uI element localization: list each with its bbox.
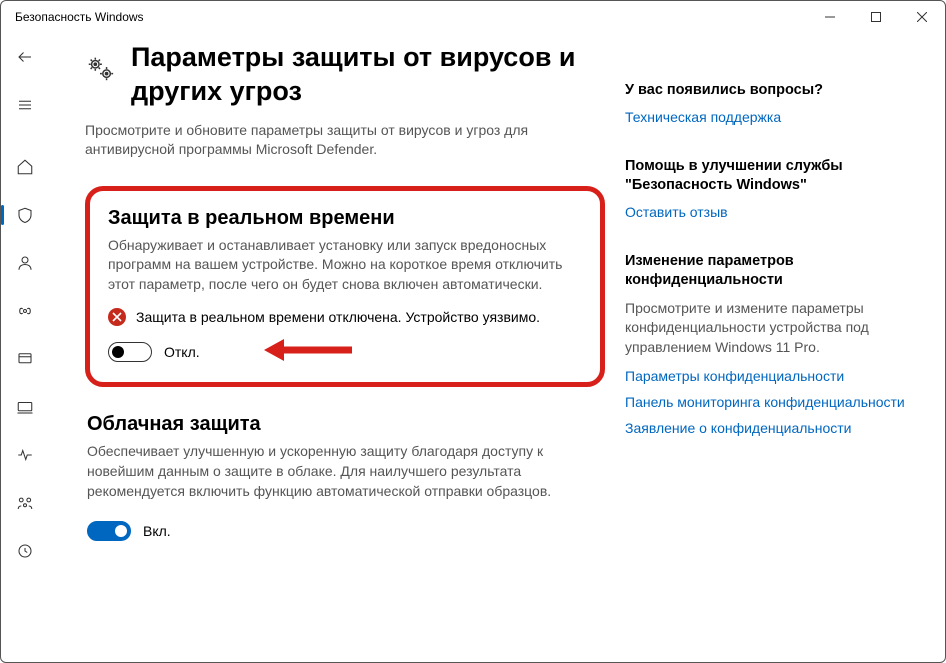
questions-heading: У вас появились вопросы? xyxy=(625,81,907,101)
realtime-toggle[interactable] xyxy=(108,342,152,362)
realtime-toggle-label: Откл. xyxy=(164,344,200,360)
cloud-title: Облачная защита xyxy=(87,413,603,436)
privacy-block: Изменение параметров конфиденциальности … xyxy=(625,252,907,436)
privacy-text: Просмотрите и измените параметры конфиде… xyxy=(625,299,907,358)
nav-firewall[interactable] xyxy=(5,291,45,331)
titlebar: Безопасность Windows xyxy=(1,1,945,33)
nav-account-protection[interactable] xyxy=(5,243,45,283)
realtime-description: Обнаруживает и останавливает установку и… xyxy=(108,236,582,295)
nav-device-performance[interactable] xyxy=(5,435,45,475)
window-title: Безопасность Windows xyxy=(15,10,144,24)
cloud-toggle[interactable] xyxy=(87,521,131,541)
nav-home[interactable] xyxy=(5,147,45,187)
nav-app-browser[interactable] xyxy=(5,339,45,379)
realtime-warning: Защита в реальном времени отключена. Уст… xyxy=(108,308,582,326)
privacy-statement-link[interactable]: Заявление о конфиденциальности xyxy=(625,420,907,436)
cloud-protection-section: Облачная защита Обеспечивает улучшенную … xyxy=(85,413,605,541)
gears-icon xyxy=(85,53,115,88)
privacy-settings-link[interactable]: Параметры конфиденциальности xyxy=(625,368,907,384)
privacy-heading: Изменение параметров конфиденциальности xyxy=(625,252,907,291)
menu-button[interactable] xyxy=(5,85,45,125)
realtime-warning-text: Защита в реальном времени отключена. Уст… xyxy=(136,309,540,325)
back-button[interactable] xyxy=(5,37,45,77)
questions-block: У вас появились вопросы? Техническая под… xyxy=(625,81,907,125)
privacy-dashboard-link[interactable]: Панель мониторинга конфиденциальности xyxy=(625,394,907,410)
page-title: Параметры защиты от вирусов и других угр… xyxy=(131,41,605,109)
nav-virus-protection[interactable] xyxy=(5,195,45,235)
cloud-description: Обеспечивает улучшенную и ускоренную защ… xyxy=(87,442,603,501)
realtime-title: Защита в реальном времени xyxy=(108,207,582,230)
nav-device-security[interactable] xyxy=(5,387,45,427)
support-link[interactable]: Техническая поддержка xyxy=(625,109,907,125)
maximize-button[interactable] xyxy=(853,1,899,33)
feedback-link[interactable]: Оставить отзыв xyxy=(625,204,907,220)
feedback-block: Помощь в улучшении службы "Безопасность … xyxy=(625,157,907,220)
close-button[interactable] xyxy=(899,1,945,33)
feedback-heading: Помощь в улучшении службы "Безопасность … xyxy=(625,157,907,196)
nav-family-options[interactable] xyxy=(5,483,45,523)
window-controls xyxy=(807,1,945,33)
nav-rail xyxy=(1,33,49,662)
nav-protection-history[interactable] xyxy=(5,531,45,571)
page-description: Просмотрите и обновите параметры защиты … xyxy=(85,121,605,160)
error-icon xyxy=(108,308,126,326)
realtime-protection-section: Защита в реальном времени Обнаруживает и… xyxy=(85,186,605,388)
cloud-toggle-label: Вкл. xyxy=(143,523,171,539)
minimize-button[interactable] xyxy=(807,1,853,33)
